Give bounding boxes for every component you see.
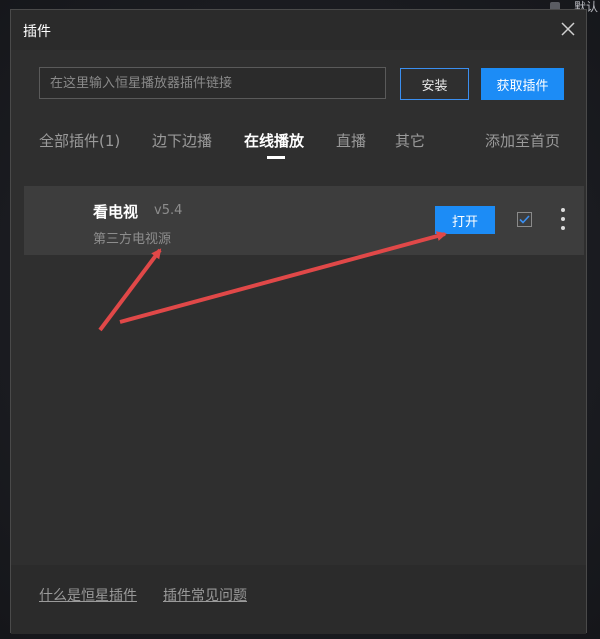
tab-stream-while-download[interactable]: 边下边播	[152, 130, 212, 151]
plugin-list-item[interactable]: 看电视 v5.4 第三方电视源 打开	[24, 186, 584, 255]
more-options-icon[interactable]	[557, 206, 569, 232]
plugin-faq-link[interactable]: 插件常见问题	[163, 585, 247, 605]
tab-all-plugins[interactable]: 全部插件(1)	[39, 130, 120, 151]
add-to-home-link[interactable]: 添加至首页	[485, 130, 560, 151]
plugin-version: v5.4	[154, 203, 183, 218]
close-icon[interactable]	[558, 19, 578, 39]
what-is-plugin-link[interactable]: 什么是恒星插件	[39, 585, 137, 605]
active-tab-indicator	[267, 156, 285, 159]
dialog-title: 插件	[23, 24, 51, 40]
tab-live[interactable]: 直播	[336, 130, 366, 151]
plugin-link-input[interactable]	[39, 67, 386, 99]
checkmark-icon	[519, 215, 530, 224]
get-plugins-button[interactable]: 获取插件	[481, 68, 564, 100]
tab-online-play[interactable]: 在线播放	[244, 130, 304, 151]
titlebar: 插件	[11, 10, 586, 50]
install-button[interactable]: 安装	[400, 68, 469, 100]
open-plugin-button[interactable]: 打开	[435, 206, 495, 234]
tab-other[interactable]: 其它	[395, 130, 425, 151]
plugin-enable-checkbox[interactable]	[517, 212, 532, 227]
plugin-name: 看电视	[93, 203, 139, 221]
plugin-description: 第三方电视源	[93, 232, 172, 247]
dialog-footer: 什么是恒星插件 插件常见问题	[11, 565, 586, 634]
plugin-dialog: 插件 安装 获取插件 全部插件(1) 边下边播 在线播放 直播 其它 添加至首页…	[10, 9, 587, 634]
